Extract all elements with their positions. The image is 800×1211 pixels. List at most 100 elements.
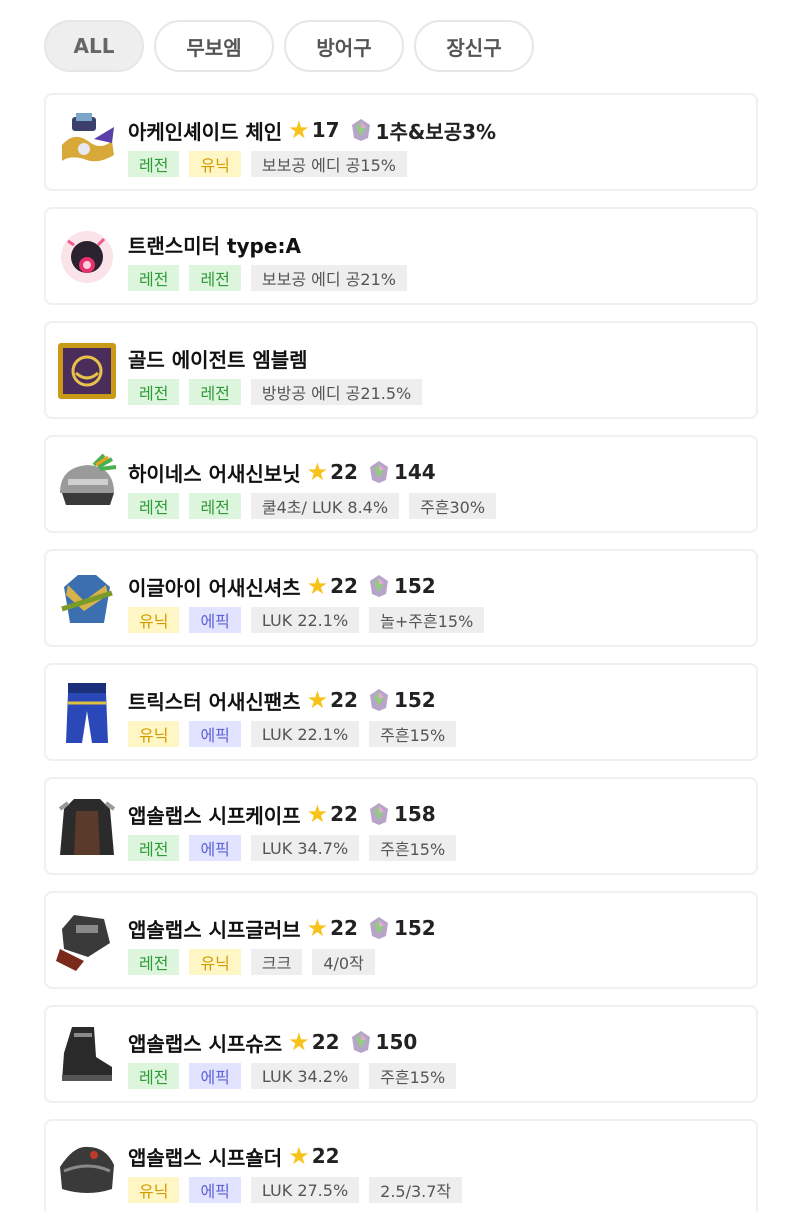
item-card[interactable]: 하이네스 어새신보닛 ★ 22 144 레전 레전 쿨4초/ LUK 8.4% 주흔30% [44,435,758,533]
grade-badge-unique: 유닉 [128,607,180,633]
shirt-icon [54,567,120,631]
star-force-count: 22 [330,460,358,484]
option-tag: 방방공 에디 공21.5% [250,379,423,405]
grade-badge-legend: 레전 [128,949,180,975]
flame-gem-icon [368,802,390,826]
item-name: 트랜스미터 type:A [128,233,301,258]
additional-option-value: 152 [393,916,436,940]
item-name: 앱솔랩스 시프숄더 [128,1145,283,1170]
item-tags: 레전 유닉 크크 4/0작 [128,949,375,975]
star-icon: ★ [306,914,329,942]
grade-badge-unique: 유닉 [189,949,241,975]
item-tags: 레전 에픽 LUK 34.7% 주흔15% [128,835,457,861]
option-tag: 주흔30% [409,493,497,519]
option-tag: 주흔15% [369,1063,457,1089]
item-name: 이글아이 어새신셔츠 [128,575,301,600]
item-title-row: 앱솔랩스 시프케이프 ★ 22 158 [128,799,436,829]
glove-icon [54,909,120,973]
option-tag: 크크 [250,949,303,975]
star-force-count: 22 [330,688,358,712]
flame-gem-icon [368,688,390,712]
item-title-row: 앱솔랩스 시프슈즈 ★ 22 150 [128,1027,417,1057]
grade-badge-legend: 레전 [128,265,180,291]
item-card[interactable]: 이글아이 어새신셔츠 ★ 22 152 유닉 에픽 LUK 22.1% 놀+주흔15% [44,549,758,647]
star-icon: ★ [288,1142,310,1170]
item-card[interactable]: 앱솔랩스 시프슈즈 ★ 22 150 레전 에픽 LUK 34.2% 주흔15% [44,1005,758,1103]
option-tag: 주흔15% [369,721,457,747]
filter-accessory-button[interactable]: 장신구 [414,20,534,72]
option-tag: 놀+주흔15% [369,607,485,633]
option-tag: LUK 22.1% [250,607,360,633]
additional-option-value: 152 [393,574,436,598]
item-tags: 유닉 에픽 LUK 27.5% 2.5/3.7작 [128,1177,463,1203]
item-list: 아케인셰이드 체인 ★ 17 1추&보공3% 레전 유닉 보보공 에디 공15% 트랜스미터 … [44,93,758,1211]
option-tag: 쿨4초/ LUK 8.4% [250,493,400,519]
item-card[interactable]: 트랜스미터 type:A 레전 레전 보보공 에디 공21% [44,207,758,305]
star-force-count: 22 [330,802,358,826]
item-card[interactable]: 앱솔랩스 시프숄더 ★ 22 유닉 에픽 LUK 27.5% 2.5/3.7작 [44,1119,758,1211]
item-name: 골드 에이전트 엠블렘 [128,347,308,372]
flame-gem-icon [350,118,372,142]
additional-option-value: 158 [393,802,436,826]
equipment-page: ALL 무보엠 방어구 장신구 아케인셰이드 체인 ★ 17 1추&보공3% 레전 유닉 보… [0,0,800,1211]
star-force-count: 22 [311,1030,340,1054]
transmitter-icon [54,225,120,289]
star-icon: ★ [306,686,329,714]
option-tag: 2.5/3.7작 [369,1177,463,1203]
star-icon: ★ [288,116,310,144]
star-icon: ★ [306,572,329,600]
star-icon: ★ [306,458,329,486]
grade-badge-epic: 에픽 [189,1177,241,1203]
grade-badge-epic: 에픽 [189,1063,241,1089]
additional-option-value: 1추&보공3% [375,119,497,144]
item-tags: 유닉 에픽 LUK 22.1% 주흔15% [128,721,457,747]
item-title-row: 트릭스터 어새신팬츠 ★ 22 152 [128,685,436,715]
filter-bar: ALL 무보엠 방어구 장신구 [44,20,534,72]
additional-option-value: 144 [393,460,436,484]
grade-badge-unique: 유닉 [128,1177,180,1203]
flame-gem-icon [368,460,390,484]
item-title-row: 앱솔랩스 시프숄더 ★ 22 [128,1141,340,1171]
grade-badge-legend: 레전 [128,493,180,519]
grade-badge-legend: 레전 [128,835,180,861]
flame-gem-icon [350,1030,372,1054]
item-tags: 레전 레전 보보공 에디 공21% [128,265,407,291]
additional-option-value: 150 [375,1030,418,1054]
item-card[interactable]: 트릭스터 어새신팬츠 ★ 22 152 유닉 에픽 LUK 22.1% 주흔15% [44,663,758,761]
item-title-row: 아케인셰이드 체인 ★ 17 1추&보공3% [128,115,496,145]
grade-badge-legend: 레전 [189,265,241,291]
additional-option-value: 152 [393,688,436,712]
option-tag: 보보공 에디 공15% [250,151,407,177]
flame-gem-icon [368,916,390,940]
item-name: 하이네스 어새신보닛 [128,461,301,486]
item-tags: 유닉 에픽 LUK 22.1% 놀+주흔15% [128,607,485,633]
star-force-count: 22 [330,916,358,940]
item-card[interactable]: 앱솔랩스 시프글러브 ★ 22 152 레전 유닉 크크 4/0작 [44,891,758,989]
item-card[interactable]: 아케인셰이드 체인 ★ 17 1추&보공3% 레전 유닉 보보공 에디 공15% [44,93,758,191]
item-card[interactable]: 골드 에이전트 엠블렘 레전 레전 방방공 에디 공21.5% [44,321,758,419]
item-tags: 레전 레전 방방공 에디 공21.5% [128,379,423,405]
pants-icon [54,681,120,745]
item-name: 앱솔랩스 시프글러브 [128,917,301,942]
arcane-shade-chain-icon [54,111,120,175]
shoes-icon [54,1023,120,1087]
star-force-count: 22 [311,1144,340,1168]
item-tags: 레전 유닉 보보공 에디 공15% [128,151,407,177]
gold-agent-emblem-icon [54,339,120,403]
item-tags: 레전 에픽 LUK 34.2% 주흔15% [128,1063,457,1089]
option-tag: LUK 22.1% [250,721,360,747]
item-name: 앱솔랩스 시프슈즈 [128,1031,283,1056]
item-name: 트릭스터 어새신팬츠 [128,689,301,714]
flame-gem-icon [368,574,390,598]
option-tag: LUK 27.5% [250,1177,360,1203]
item-title-row: 하이네스 어새신보닛 ★ 22 144 [128,457,436,487]
filter-weapon-button[interactable]: 무보엠 [154,20,274,72]
filter-armor-button[interactable]: 방어구 [284,20,404,72]
helmet-icon [54,453,120,517]
grade-badge-legend: 레전 [189,379,241,405]
grade-badge-epic: 에픽 [189,721,241,747]
star-force-count: 17 [311,118,340,142]
filter-all-button[interactable]: ALL [44,20,144,72]
item-tags: 레전 레전 쿨4초/ LUK 8.4% 주흔30% [128,493,497,519]
item-card[interactable]: 앱솔랩스 시프케이프 ★ 22 158 레전 에픽 LUK 34.7% 주흔15% [44,777,758,875]
